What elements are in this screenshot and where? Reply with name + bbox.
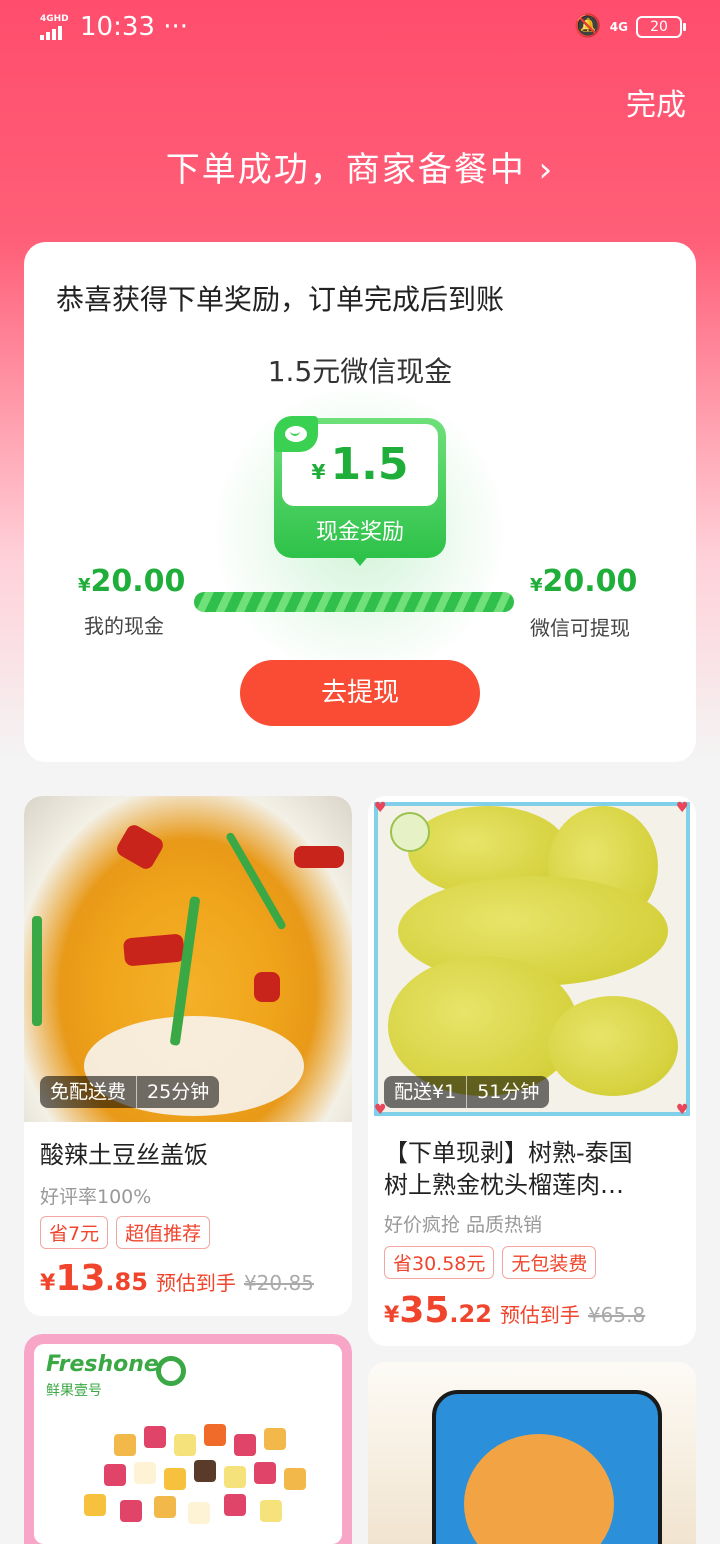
coupon-amount: 1.5 [330,439,409,490]
reward-card: 恭喜获得下单奖励，订单完成后到账 1.5元微信现金 ¥ 1.5 现金奖励 ¥20… [24,242,696,762]
brand-logo-icon [390,812,430,852]
product-card[interactable]: 免配送费 25分钟 酸辣土豆丝盖饭 好评率100% 省7元 超值推荐 ¥ 13 … [24,796,352,1316]
food-photo-icon: ♥ ♥ ♥ ♥ [368,796,696,1122]
delivery-badge: 配送¥1 51分钟 [384,1076,550,1108]
brand-logo-icon [156,1356,186,1386]
discount-tag: 省7元 [40,1216,109,1249]
clock: 10:33 ··· [80,12,188,42]
heart-icon: ♥ [374,800,387,816]
product-name: 酸辣土豆丝盖饭 [40,1141,208,1169]
product-card[interactable] [368,1362,696,1544]
reward-title: 恭喜获得下单奖励，订单完成后到账 [56,283,505,316]
packaging-tag: 无包装费 [502,1246,597,1279]
product-card[interactable]: ♥ ♥ ♥ ♥ 配送¥1 51分钟 【下单现剥】树熟-泰国 树上熟金枕头榴莲肉…… [368,796,696,1346]
price-decimal: .22 [449,1300,492,1328]
food-photo-icon [24,796,352,1122]
network-type-label: 4G [609,19,628,34]
brand-logo-text: Freshone [46,1352,159,1377]
product-name: 【下单现剥】树熟-泰国 树上熟金枕头榴莲肉… [384,1139,633,1199]
price-currency: ¥ [384,1303,400,1328]
network-label: 4GHD [40,14,69,24]
heart-icon: ♥ [676,800,689,816]
order-status-link[interactable]: 下单成功，商家备餐中 › [0,142,720,191]
price-decimal: .85 [105,1268,148,1296]
status-right: 🔕 4G 20 [574,14,686,39]
my-cash-label: 我的现金 [84,614,164,638]
price-currency: ¥ [40,1271,56,1296]
signal-icon [40,26,64,40]
price-integer: 35 [399,1290,450,1331]
price-row: ¥ 13 .85 预估到手 ¥20.85 [40,1258,314,1299]
coupon-label: 现金奖励 [315,520,404,545]
heart-icon: ♥ [676,1102,689,1118]
price-note: 预估到手 [155,1271,236,1295]
product-subtitle: 好评率100% [40,1186,152,1208]
coupon-currency: ¥ [311,460,326,484]
product-tags: 省30.58元 无包装费 [384,1246,597,1279]
coupon-pointer [350,554,370,566]
done-button[interactable]: 完成 [626,80,686,124]
delivery-fee-label: 配送¥1 [394,1081,457,1103]
brand-logo-subtext: 鲜果壹号 [46,1383,102,1399]
delivery-time-label: 51分钟 [466,1076,549,1108]
recommend-tag: 超值推荐 [116,1216,211,1249]
wechat-cash-label: 微信可提现 [530,616,630,640]
price-note: 预估到手 [499,1303,580,1327]
battery-icon: 20 [636,15,686,38]
status-bar: 4GHD 10:33 ··· 🔕 4G 20 [0,0,720,60]
food-photo-icon: Freshone 鲜果壹号 [24,1334,352,1544]
withdraw-button[interactable]: 去提现 [240,660,480,726]
my-cash-amount: ¥20.00 [78,564,186,599]
discount-tag: 省30.58元 [384,1246,495,1279]
original-price: ¥20.85 [243,1271,314,1295]
product-photo-icon [368,1362,696,1544]
original-price: ¥65.8 [587,1303,646,1327]
mute-icon: 🔕 [574,14,602,39]
wechat-icon [274,416,318,452]
wechat-cash-amount: ¥20.00 [530,564,638,599]
product-card[interactable]: Freshone 鲜果壹号 [24,1334,352,1544]
cash-progress-bar [194,592,514,612]
product-subtitle: 好价疯抢 品质热销 [384,1214,543,1236]
delivery-time-label: 25分钟 [136,1076,219,1108]
delivery-badge: 免配送费 25分钟 [40,1076,220,1108]
price-row: ¥ 35 .22 预估到手 ¥65.8 [384,1290,645,1331]
price-integer: 13 [55,1258,106,1299]
delivery-fee-label: 免配送费 [50,1081,127,1103]
product-tags: 省7元 超值推荐 [40,1216,211,1249]
